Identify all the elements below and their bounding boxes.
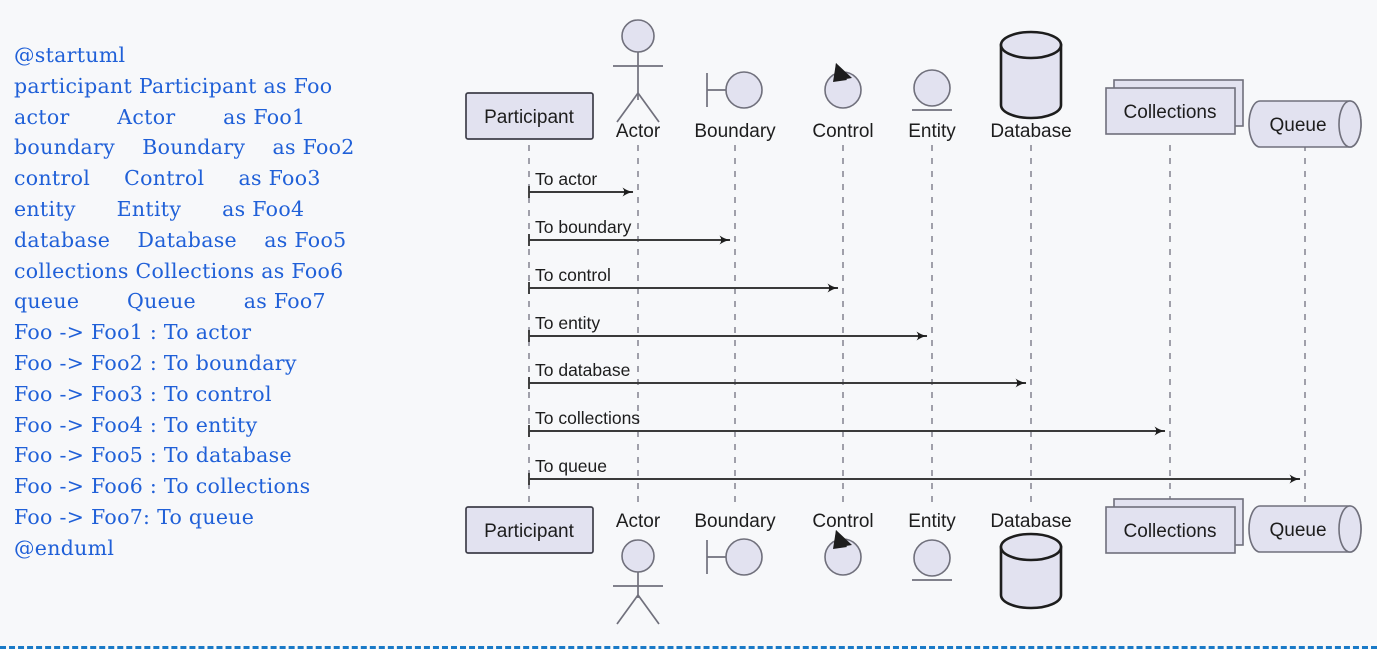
message-label: To actor (535, 169, 597, 189)
participant-label: Boundary (694, 121, 776, 142)
participant-head-actor[interactable]: Actor (613, 19, 663, 142)
message-label: To queue (535, 456, 607, 476)
code-line: database Database as Foo5 (14, 227, 347, 252)
plantuml-preview-page: @startuml participant Participant as Foo… (0, 0, 1377, 649)
participant-foot-database[interactable]: Database (990, 511, 1072, 610)
participant-foot-actor[interactable]: Actor (613, 511, 663, 625)
entity-icon (912, 69, 952, 111)
message-label: To collections (535, 408, 640, 428)
participant-head-boundary[interactable]: Boundary (694, 71, 776, 142)
message-label: To entity (535, 313, 600, 333)
code-line: actor Actor as Foo1 (14, 104, 306, 129)
message-to-control[interactable]: To control (528, 265, 839, 294)
participant-head-collections[interactable]: Collections (1105, 79, 1244, 135)
participant-head-participant[interactable]: Participant (465, 92, 594, 140)
code-line: Foo -> Foo3 : To control (14, 381, 272, 406)
participant-foot-boundary[interactable]: Boundary (694, 511, 776, 576)
participant-label: Database (990, 121, 1071, 142)
participant-head-queue[interactable]: Queue (1248, 100, 1362, 148)
lifelines (528, 145, 1306, 505)
messages: To actor To boundary To control To entit… (528, 169, 1301, 485)
participant-foot-entity[interactable]: Entity (908, 511, 956, 581)
code-line: Foo -> Foo4 : To entity (14, 412, 258, 437)
code-line: collections Collections as Foo6 (14, 258, 344, 283)
code-line: @enduml (14, 535, 115, 560)
participant-label: Queue (1269, 115, 1326, 136)
code-line: Foo -> Foo1 : To actor (14, 320, 252, 345)
participant-label: Participant (484, 107, 574, 128)
participant-label: Actor (616, 511, 661, 532)
message-to-database[interactable]: To database (528, 360, 1027, 389)
database-icon (999, 532, 1063, 610)
participant-label: Control (812, 511, 873, 532)
participant-label: Entity (908, 511, 956, 532)
participant-label: Control (812, 121, 873, 142)
message-to-boundary[interactable]: To boundary (528, 217, 731, 246)
control-icon (824, 530, 862, 576)
participant-foot-control[interactable]: Control (812, 511, 874, 576)
participant-foot-participant[interactable]: Participant (465, 506, 594, 554)
message-label: To database (535, 360, 630, 380)
sequence-diagram: Participant Actor Boundary Control Entit… (455, 0, 1377, 649)
message-label: To control (535, 265, 611, 285)
participant-label: Participant (484, 521, 574, 542)
code-line: entity Entity as Foo4 (14, 196, 305, 221)
entity-icon (912, 539, 952, 581)
participant-label: Actor (616, 121, 661, 142)
sequence-diagram-canvas: Participant Actor Boundary Control Entit… (465, 19, 1362, 625)
participant-label: Queue (1269, 520, 1326, 541)
control-icon (824, 63, 862, 109)
code-line: Foo -> Foo5 : To database (14, 443, 292, 468)
participant-label: Collections (1124, 521, 1217, 542)
actor-icon (613, 539, 663, 625)
boundary-icon (706, 538, 763, 576)
participant-label: Entity (908, 121, 956, 142)
database-icon (999, 30, 1063, 120)
message-to-entity[interactable]: To entity (528, 313, 928, 342)
message-to-queue[interactable]: To queue (528, 456, 1301, 485)
participant-label: Database (990, 511, 1071, 532)
message-to-collections[interactable]: To collections (528, 408, 1166, 437)
code-line: Foo -> Foo6 : To collections (14, 474, 311, 499)
participant-head-control[interactable]: Control (812, 63, 874, 142)
code-line: Foo -> Foo7: To queue (14, 504, 255, 529)
code-line: Foo -> Foo2 : To boundary (14, 350, 297, 375)
code-line: control Control as Foo3 (14, 166, 321, 191)
participant-label: Boundary (694, 511, 776, 532)
code-line: queue Queue as Foo7 (14, 289, 326, 314)
actor-icon (613, 19, 663, 123)
participant-foot-queue[interactable]: Queue (1248, 505, 1362, 553)
code-line: @startuml (14, 43, 126, 67)
participant-label: Collections (1124, 102, 1217, 123)
code-line: participant Participant as Foo (14, 73, 333, 98)
code-line: boundary Boundary as Foo2 (14, 135, 355, 160)
boundary-icon (706, 71, 763, 109)
plantuml-source-code[interactable]: @startuml participant Participant as Foo… (0, 0, 455, 600)
participant-foot-collections[interactable]: Collections (1105, 498, 1244, 554)
participant-head-database[interactable]: Database (990, 30, 1072, 142)
message-label: To boundary (535, 217, 632, 237)
message-to-actor[interactable]: To actor (528, 169, 634, 198)
participant-head-entity[interactable]: Entity (908, 69, 956, 142)
